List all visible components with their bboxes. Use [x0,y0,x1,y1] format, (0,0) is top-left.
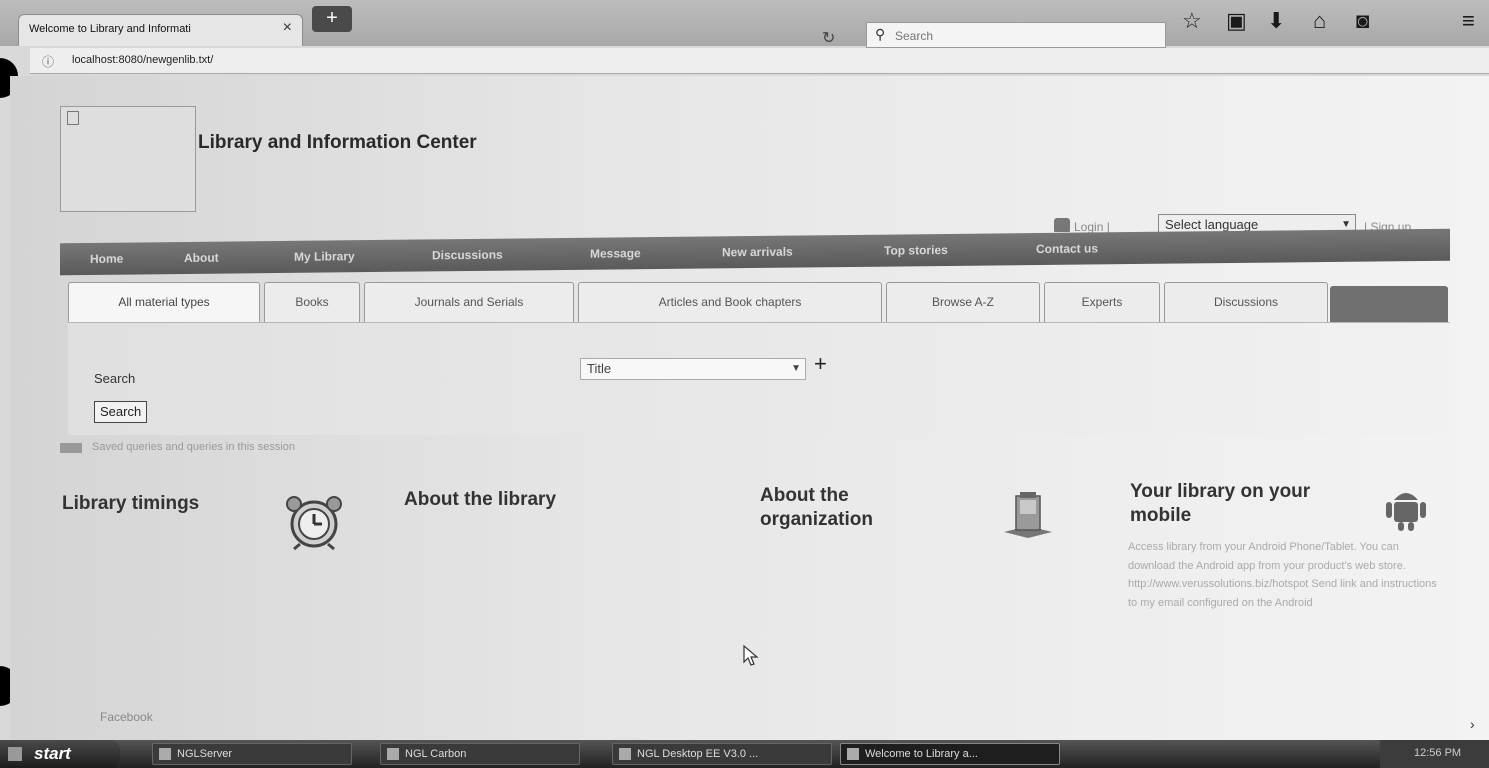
app-icon [387,748,399,760]
facebook-link[interactable]: Facebook [100,710,153,724]
taskbar-item-ngl-desktop[interactable]: NGL Desktop EE V3.0 ... [612,743,832,765]
search-panel: Search Title ▼ + Search [68,322,1450,435]
nav-my-library[interactable]: My Library [294,249,355,264]
nav-new-arrivals[interactable]: New arrivals [722,245,793,260]
taskbar-item-label: Welcome to Library a... [865,748,978,760]
taskbar-item-label: NGLServer [177,748,233,760]
tab-discussions[interactable]: Discussions [1164,282,1328,322]
search-label: Search [94,371,136,386]
nav-contact-us[interactable]: Contact us [1036,241,1098,256]
os-taskbar: start NGLServer NGL Carbon NGL Desktop E… [0,740,1489,768]
chevron-down-icon: ▼ [791,363,801,374]
clock: 12:56 PM [1414,747,1462,759]
browser-search-input[interactable] [893,26,1157,46]
search-icon: ⚲ [875,26,886,42]
language-select-value: Select language [1165,217,1259,232]
browser-tabstrip: Welcome to Library and Informati × + ↻ ⚲… [0,0,1489,48]
folder-icon [60,443,82,453]
taskbar-item-label: NGL Carbon [405,748,467,760]
reload-icon[interactable]: ↻ [822,28,835,48]
main-navbar: Home About My Library Discussions Messag… [60,228,1450,276]
add-search-row-button[interactable]: + [814,351,827,377]
system-tray: 12:56 PM [1380,740,1489,768]
tab-books[interactable]: Books [264,282,360,322]
nav-top-stories[interactable]: Top stories [884,243,948,258]
taskbar-item-browser[interactable]: Welcome to Library a... [840,743,1060,765]
android-icon [1384,482,1428,537]
nav-about[interactable]: About [184,251,219,265]
taskbar-item-nglserver[interactable]: NGLServer [152,743,352,765]
tab-browse-a-z[interactable]: Browse A-Z [886,282,1040,322]
mobile-library-heading: Your library on your mobile [1130,481,1311,526]
bookmark-star-icon[interactable]: ☆ [1182,8,1202,34]
tab-journals-and-serials[interactable]: Journals and Serials [364,282,574,322]
new-tab-button[interactable]: + [312,6,352,32]
site-title: Library and Information Center [198,132,477,153]
close-tab-icon[interactable]: × [283,19,292,37]
browser-tab-active[interactable]: Welcome to Library and Informati × [18,14,303,46]
console-icon [159,748,171,760]
mouse-cursor-icon [743,644,759,672]
browser-tab-title: Welcome to Library and Informati [29,23,191,35]
building-icon [1000,488,1056,543]
about-library-heading: About the library [404,489,557,510]
url-text[interactable]: localhost:8080/newgenlib.txt/ [72,54,213,66]
tab-all-material-types[interactable]: All material types [68,282,260,322]
lock-icon [1054,218,1070,232]
tab-experts[interactable]: Experts [1044,282,1160,322]
bookmarks-library-icon[interactable]: ▣ [1226,8,1247,34]
search-field-value: Title [587,361,612,376]
nav-discussions[interactable]: Discussions [432,248,503,263]
url-bar[interactable]: ⓘ localhost:8080/newgenlib.txt/ [30,48,1489,74]
alarm-clock-icon [278,494,350,555]
app-icon [619,748,631,760]
mobile-app-description: Access library from your Android Phone/T… [1128,541,1437,609]
start-button[interactable]: start [0,740,120,768]
search-field-select[interactable]: Title ▼ [580,358,806,380]
site-logo [60,106,196,212]
tab-bar-filler [1330,286,1448,322]
nav-message[interactable]: Message [590,246,641,261]
library-timings-heading: Library timings [62,493,200,514]
browser-search-box[interactable]: ⚲ [866,22,1166,48]
home-icon[interactable]: ⌂ [1313,8,1326,34]
page-content: Library and Information Center Login | S… [10,76,1489,740]
taskbar-item-ngl-carbon[interactable]: NGL Carbon [380,743,580,765]
pocket-icon[interactable]: ◙ [1356,8,1369,34]
about-organization-heading: About the organization [760,485,873,530]
scroll-right-icon[interactable]: › [1470,716,1475,732]
material-tabs: All material types Books Journals and Se… [68,282,1448,322]
nav-home[interactable]: Home [90,252,123,266]
start-label: start [34,744,71,763]
firefox-icon [847,748,859,760]
info-icon[interactable]: ⓘ [42,53,54,70]
taskbar-item-label: NGL Desktop EE V3.0 ... [637,748,759,760]
broken-image-icon [67,111,79,125]
windows-flag-icon [8,747,22,761]
search-button[interactable]: Search [94,401,148,423]
saved-queries-text: Saved queries and queries in this sessio… [92,441,296,453]
menu-icon[interactable]: ≡ [1462,8,1475,34]
tab-articles-and-book-chapters[interactable]: Articles and Book chapters [578,282,882,322]
download-icon[interactable]: ⬇ [1267,8,1285,34]
